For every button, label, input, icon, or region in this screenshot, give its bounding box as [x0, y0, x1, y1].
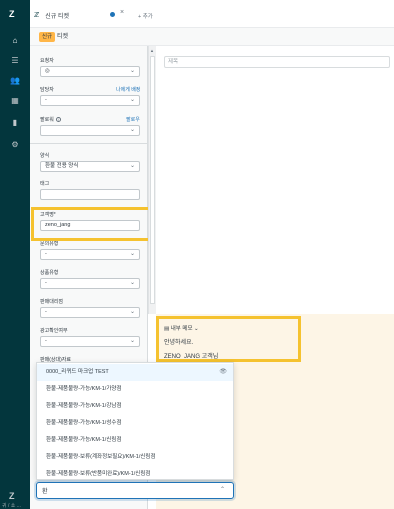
- tab-new-ticket[interactable]: ℤ 신규 티켓 ×: [34, 8, 134, 22]
- chevron-down-icon: ⌄: [129, 68, 135, 74]
- info-icon[interactable]: i: [55, 117, 61, 123]
- product-type-label: 상품유형: [40, 270, 59, 276]
- macro-dropdown: 0000_리퀴드 마크업 TEST 👁 환불-제품불량-가능/KM-1/가양점 …: [36, 362, 234, 480]
- status-badge: 신규: [39, 32, 56, 42]
- organizations-icon[interactable]: ▦: [10, 96, 20, 106]
- chevron-down-icon: ⌄: [129, 309, 135, 315]
- ad-check-label: 광고확인여부: [40, 328, 68, 334]
- subject-input[interactable]: 제목: [164, 56, 390, 68]
- chevron-down-icon: ⌄: [129, 280, 135, 286]
- assignee-field[interactable]: - ⌄: [40, 95, 140, 106]
- scroll-up-icon[interactable]: ▲: [150, 48, 154, 53]
- tags-label: 태그: [40, 181, 50, 187]
- product-type-value: -: [45, 280, 47, 286]
- assign-to-me-link[interactable]: 나에게 배정: [116, 86, 140, 93]
- preview-eye-icon[interactable]: 👁: [219, 364, 227, 381]
- macro-input-text: 환: [42, 489, 48, 495]
- followers-field[interactable]: ⌄: [40, 125, 140, 136]
- chevron-down-icon: ⌄: [129, 97, 135, 103]
- home-icon[interactable]: ⌂: [10, 36, 20, 46]
- seller-label: 판매대리점: [40, 299, 64, 305]
- unsaved-indicator: [110, 12, 115, 17]
- admin-icon[interactable]: ⚙: [10, 140, 20, 150]
- requester-field[interactable]: ◎ ⌄: [40, 66, 140, 77]
- note-highlight: [156, 316, 301, 362]
- customer-name-highlight: [31, 207, 151, 241]
- scrollbar-thumb[interactable]: [150, 56, 155, 304]
- tags-field[interactable]: [40, 189, 140, 200]
- form-value: 환불 전용 양식: [45, 163, 79, 169]
- reporting-icon[interactable]: ▮: [10, 118, 20, 128]
- macro-option[interactable]: 환불-제품불량-가능/KM-1/신림점: [37, 432, 233, 449]
- inquiry-type-label: 문의유형: [40, 241, 59, 247]
- product-type-select[interactable]: - ⌄: [40, 278, 140, 289]
- tab-title: 신규 티켓: [45, 13, 70, 20]
- divider: [30, 143, 148, 144]
- breadcrumb-ticket: 티켓: [57, 34, 69, 40]
- seller-value: -: [45, 309, 47, 315]
- zendesk-logo[interactable]: Z: [9, 9, 21, 19]
- user-icon: ◎: [45, 68, 50, 74]
- follow-link[interactable]: 팔로우: [126, 116, 140, 123]
- ad-check-value: -: [45, 338, 47, 344]
- inquiry-type-select[interactable]: - ⌄: [40, 249, 140, 260]
- tab-bar: ℤ 신규 티켓 × + 추가: [30, 0, 394, 28]
- requester-label: 요청자: [40, 58, 54, 64]
- followers-label-text: 팔로워: [40, 117, 54, 123]
- followers-label: 팔로워 i: [40, 116, 61, 123]
- chevron-up-icon[interactable]: ⌃: [220, 486, 225, 493]
- left-rail: Z ⌂ ☰ 👥 ▦ ▮ ⚙ Z 귀 / 쇼 ...: [0, 0, 30, 509]
- customers-icon[interactable]: 👥: [10, 76, 20, 86]
- rail-caption: 귀 / 쇼 ...: [2, 503, 21, 509]
- ticket-subheader: 신규 티켓: [30, 28, 394, 46]
- assignee-label: 담당자: [40, 87, 54, 93]
- views-icon[interactable]: ☰: [10, 56, 20, 66]
- macro-option[interactable]: 환불-제품불량-가능/KM-1/가양점: [37, 381, 233, 398]
- chevron-down-icon: ⌄: [129, 338, 135, 344]
- ticket-tab-icon: ℤ: [34, 12, 40, 19]
- macro-option[interactable]: 0000_리퀴드 마크업 TEST 👁: [37, 364, 233, 381]
- close-tab-icon[interactable]: ×: [120, 9, 124, 16]
- macro-option[interactable]: 환불-제품불량-보류(계좌정보필요)/KM-1/신림점: [37, 449, 233, 466]
- form-label: 양식: [40, 153, 50, 159]
- chevron-down-icon: ⌄: [129, 251, 135, 257]
- macro-option[interactable]: 환불-제품불량-보류(반품미완료)/KM-1/신림점: [37, 466, 233, 483]
- chevron-down-icon: ⌄: [129, 163, 135, 169]
- zendesk-products-icon[interactable]: Z: [9, 491, 21, 501]
- macro-option[interactable]: 환불-제품불량-가능/KM-1/강남점: [37, 398, 233, 415]
- form-select[interactable]: 환불 전용 양식 ⌄: [40, 161, 140, 172]
- seller-select[interactable]: - ⌄: [40, 307, 140, 318]
- inquiry-type-value: -: [45, 251, 47, 257]
- macro-search-input[interactable]: 환 ⌃: [36, 482, 234, 499]
- add-tab-button[interactable]: + 추가: [138, 12, 153, 20]
- macro-option[interactable]: 환불-제품불량-가능/KM-1/성수점: [37, 415, 233, 432]
- panel-scrollbar[interactable]: ▲: [148, 46, 156, 314]
- macro-option-label: 0000_리퀴드 마크업 TEST: [46, 369, 109, 375]
- assignee-value: -: [45, 97, 47, 103]
- ad-check-select[interactable]: - ⌄: [40, 336, 140, 347]
- chevron-down-icon: ⌄: [129, 127, 135, 133]
